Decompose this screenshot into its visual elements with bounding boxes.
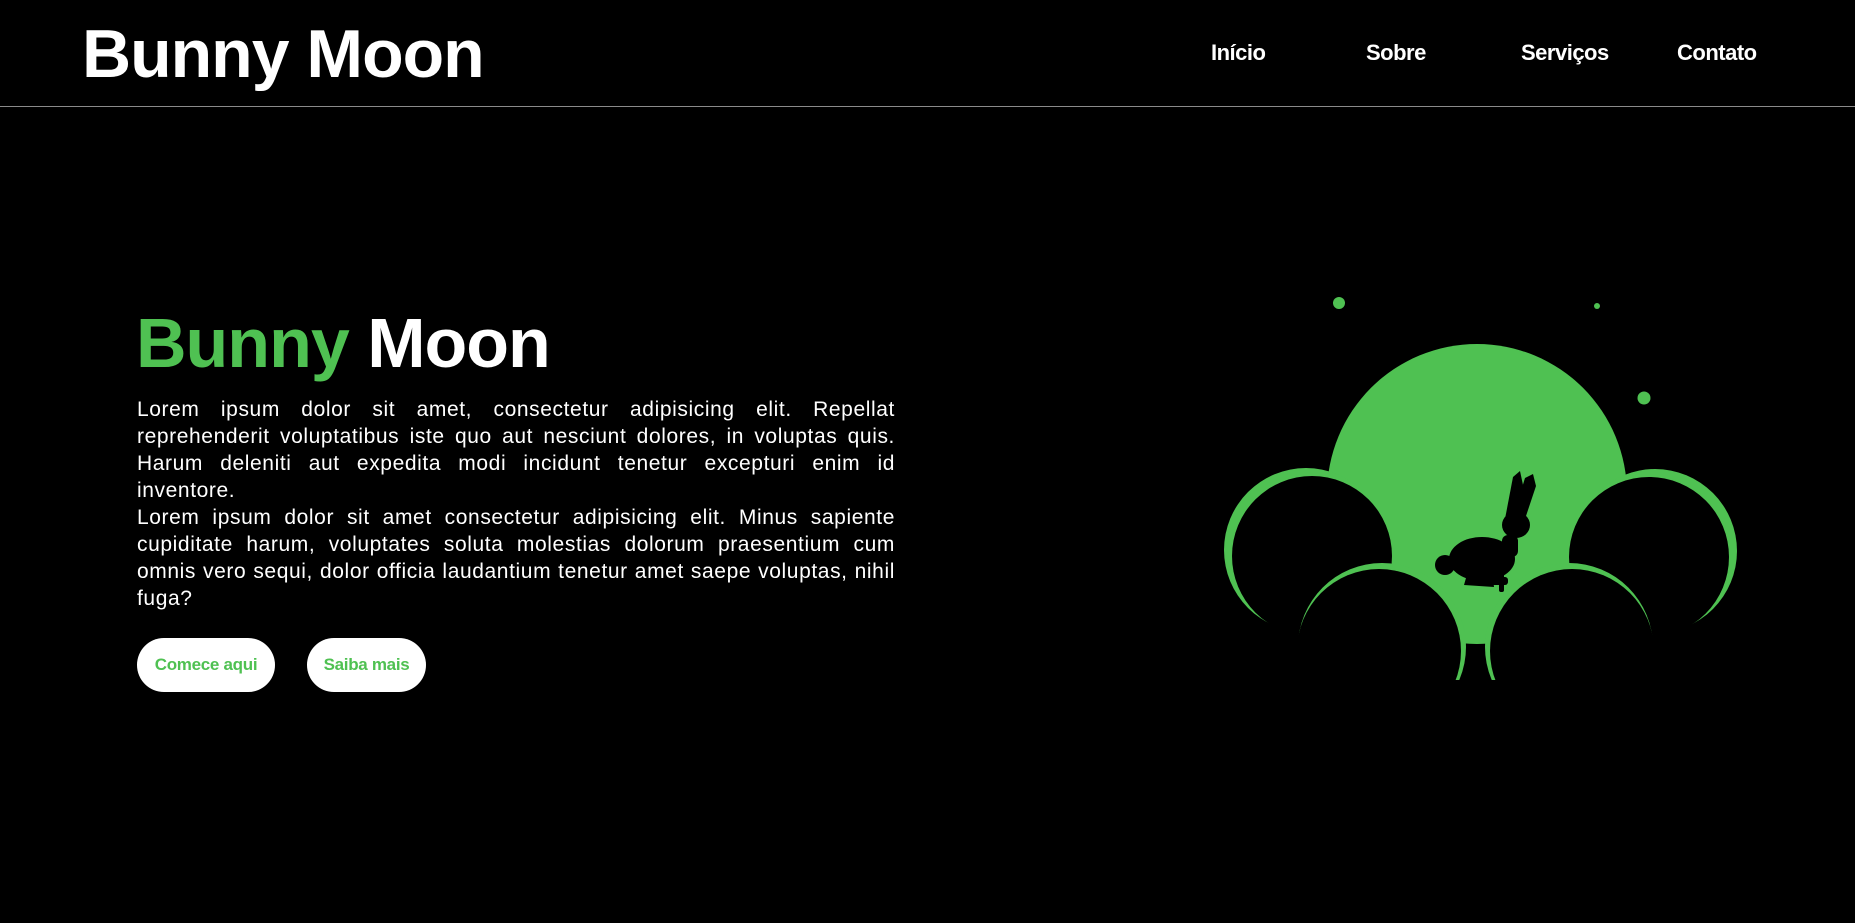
star-icon: [1333, 297, 1345, 309]
nav-link-sobre[interactable]: Sobre: [1366, 38, 1426, 68]
hero-title-rest: Moon: [367, 304, 551, 382]
hero-title-accent: Bunny: [136, 304, 350, 382]
hero-title: Bunny Moon: [136, 298, 551, 388]
hero-paragraph-1: Lorem ipsum dolor sit amet, consectetur …: [137, 398, 895, 502]
site-header: Bunny Moon Início Sobre Serviços Contato: [0, 0, 1855, 107]
star-icon: [1594, 303, 1600, 309]
hero-description: Lorem ipsum dolor sit amet, consectetur …: [137, 396, 895, 612]
learn-more-button[interactable]: Saiba mais: [307, 638, 426, 692]
nav-link-contato[interactable]: Contato: [1677, 38, 1757, 68]
nav-link-servicos[interactable]: Serviços: [1521, 38, 1609, 68]
hero-paragraph-2: Lorem ipsum dolor sit amet consectetur a…: [137, 506, 895, 610]
nav-link-inicio[interactable]: Início: [1211, 38, 1266, 68]
start-here-button[interactable]: Comece aqui: [137, 638, 275, 692]
star-icon: [1637, 391, 1651, 405]
main-nav: Início Sobre Serviços Contato: [0, 38, 1855, 68]
bunny-moon-illustration: [1220, 297, 1740, 705]
